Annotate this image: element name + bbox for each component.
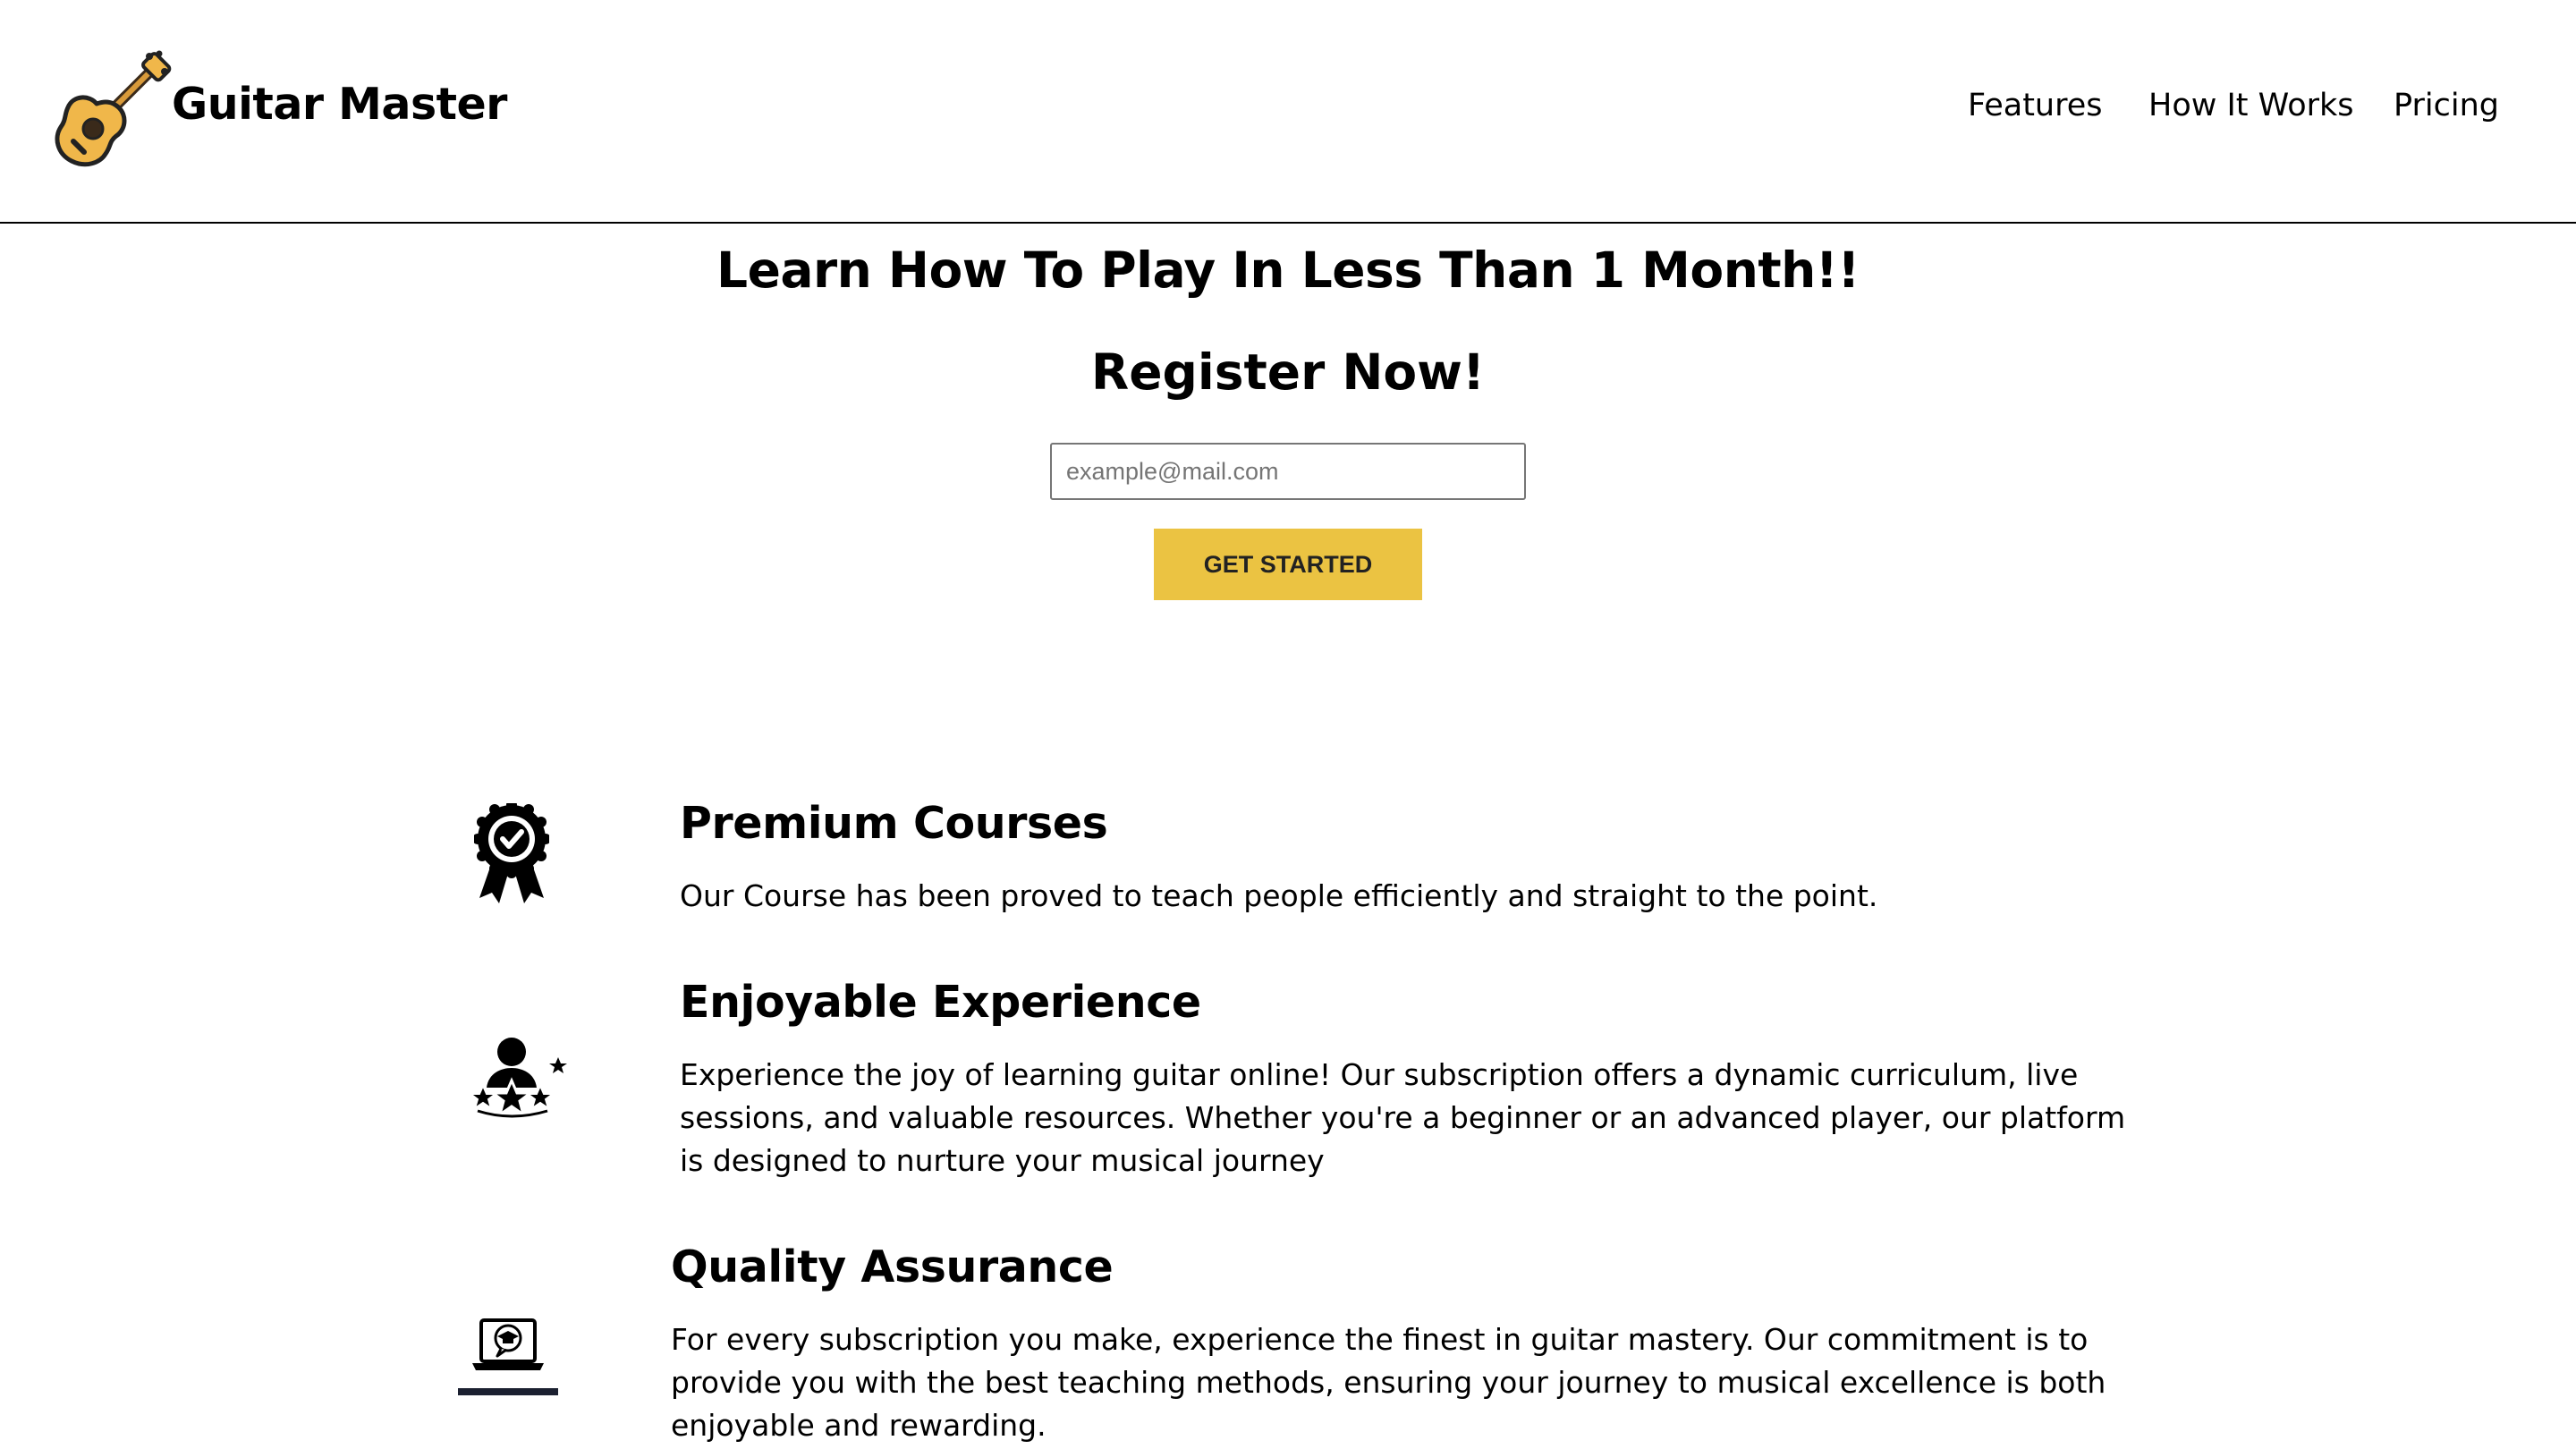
guitar-icon[interactable] — [54, 48, 172, 168]
person-stars-icon — [470, 1038, 567, 1118]
laptop-graduation-icon — [458, 1318, 558, 1395]
feature-description: Experience the joy of learning guitar on… — [680, 1057, 2126, 1178]
nav-link-how-it-works[interactable]: How It Works — [2148, 88, 2354, 123]
feature-title: Enjoyable Experience — [680, 977, 1201, 1028]
hero-title: Learn How To Play In Less Than 1 Month!! — [716, 242, 1860, 299]
award-ribbon-icon — [474, 803, 549, 903]
get-started-button[interactable]: GET STARTED — [1154, 529, 1422, 600]
feature-description: Our Course has been proved to teach peop… — [680, 878, 1878, 913]
email-input[interactable] — [1050, 443, 1526, 500]
hero-subtitle: Register Now! — [1090, 343, 1486, 401]
nav-link-pricing[interactable]: Pricing — [2394, 88, 2499, 123]
feature-description: For every subscription you make, experie… — [671, 1322, 2106, 1443]
feature-title: Quality Assurance — [671, 1241, 1114, 1292]
feature-title: Premium Courses — [680, 798, 1108, 849]
site-header: Guitar Master Features How It Works Pric… — [0, 0, 2576, 224]
nav-link-features[interactable]: Features — [1968, 88, 2103, 123]
brand-name: Guitar Master — [172, 79, 507, 130]
